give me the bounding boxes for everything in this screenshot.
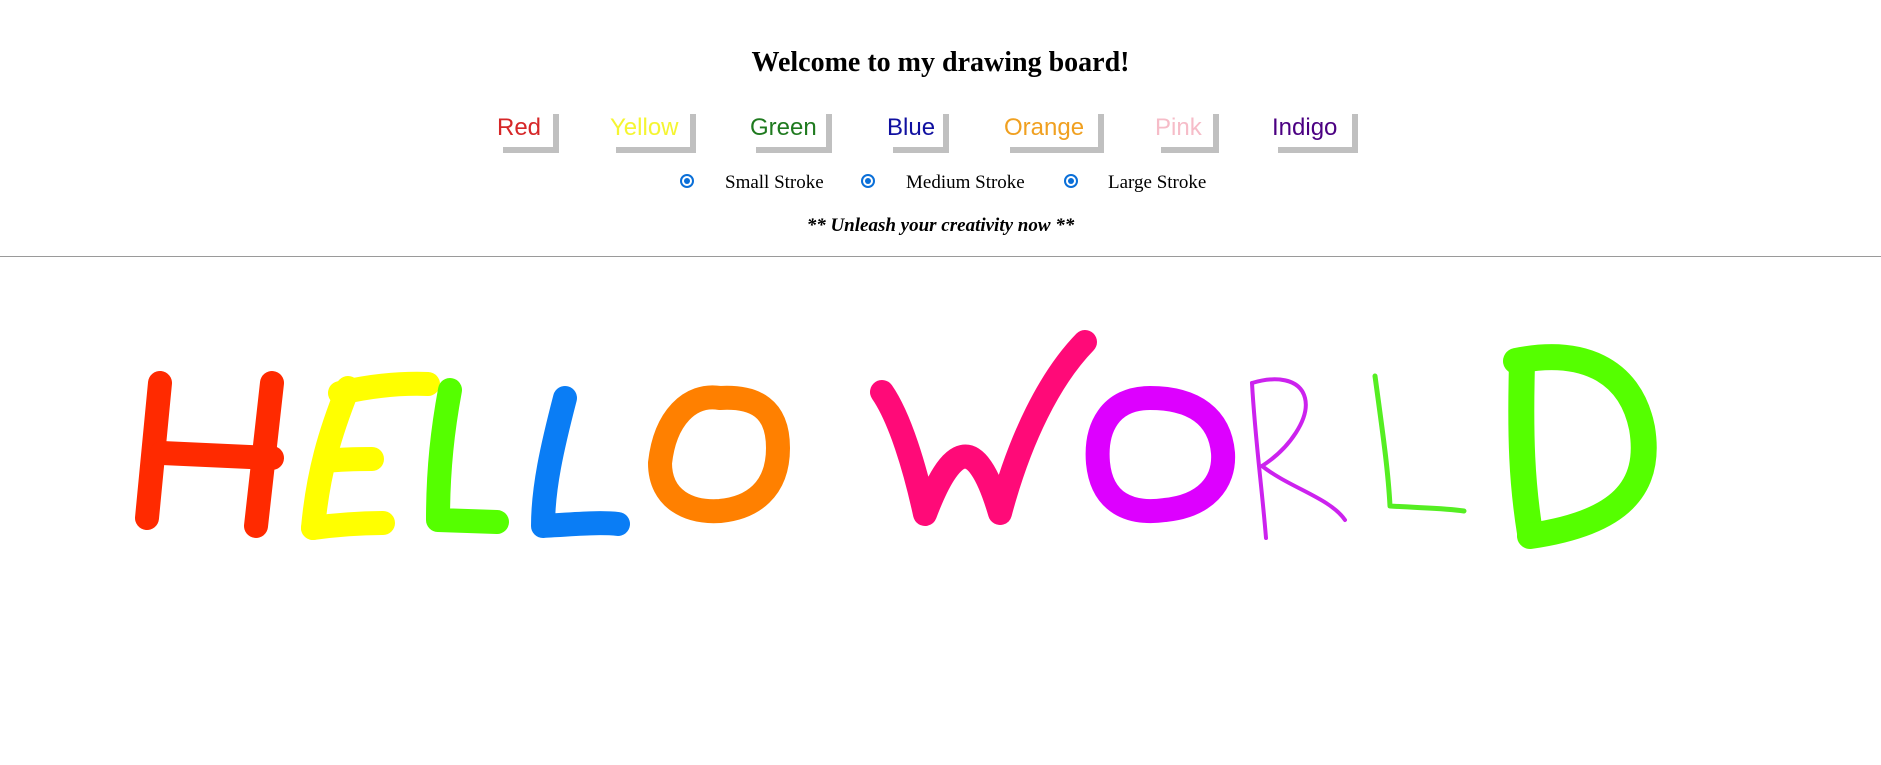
divider [0,256,1881,257]
stroke-letter-e [301,371,440,540]
drawing-surface[interactable] [0,258,1881,765]
color-button-yellow[interactable]: Yellow [610,108,690,147]
color-button-blue[interactable]: Blue [887,108,943,147]
drawing-canvas[interactable] [0,258,1881,765]
medium-stroke-label: Medium Stroke [906,172,1025,193]
color-button-red[interactable]: Red [497,108,553,147]
stroke-letter-w [870,330,1097,526]
color-button-orange[interactable]: Orange [1004,108,1098,147]
stroke-letter-o1 [648,385,790,524]
stroke-size-options: Small Stroke Medium Stroke Large Stroke [0,168,1881,198]
page-title: Welcome to my drawing board! [751,47,1130,78]
large-stroke-label: Large Stroke [1108,172,1207,193]
stroke-letter-l2 [531,386,630,538]
stroke-letter-r [1250,377,1347,540]
stroke-letter-l1 [426,378,509,534]
color-button-green[interactable]: Green [750,108,826,147]
stroke-letter-d [1503,344,1657,549]
small-stroke-label: Small Stroke [725,172,824,193]
color-button-indigo[interactable]: Indigo [1272,108,1352,147]
stroke-letter-o2 [1085,386,1236,523]
tagline: ** Unleash your creativity now ** [806,215,1075,236]
stroke-letter-l3 [1372,373,1467,514]
small-stroke-radio[interactable] [680,174,694,188]
large-stroke-radio[interactable] [1064,174,1078,188]
medium-stroke-radio[interactable] [861,174,875,188]
color-button-pink[interactable]: Pink [1155,108,1213,147]
stroke-letter-h [135,371,284,538]
toolbar-header: Welcome to my drawing board! Red Yellow … [0,0,1881,256]
